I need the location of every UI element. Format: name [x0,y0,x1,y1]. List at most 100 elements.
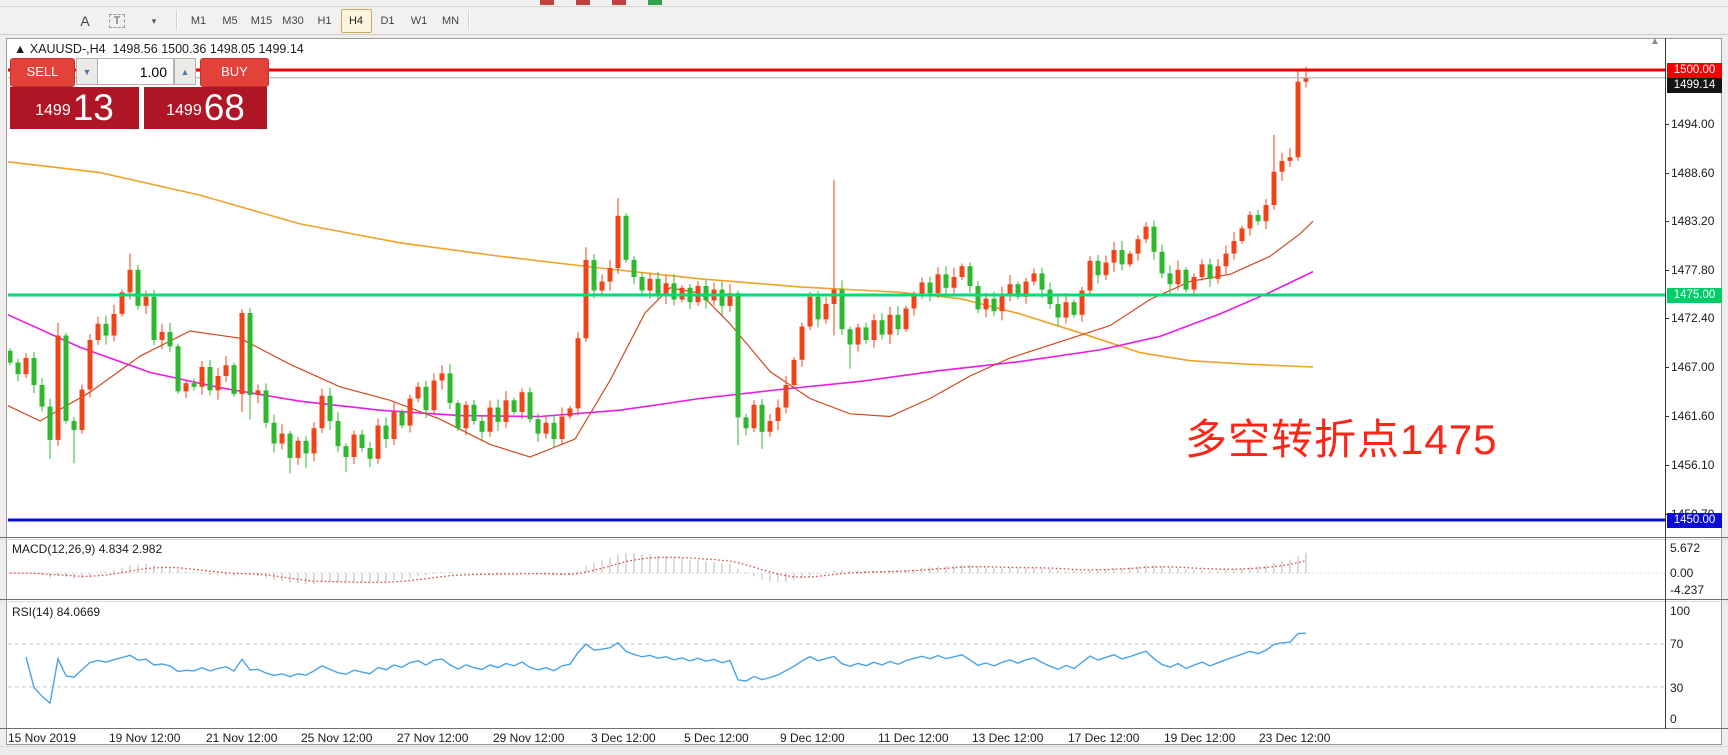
candle-body [248,313,253,395]
price-tickmark [1665,465,1669,466]
buy-price[interactable]: 1499 68 [144,87,267,129]
price-tickmark [1665,318,1669,319]
timeframe-button-h4[interactable]: H4 [341,9,372,33]
indicators-icon[interactable]: E [8,9,34,33]
candle-body [304,441,309,454]
timeframe-button-m15[interactable]: M15 [246,9,277,33]
timeframe-button-m5[interactable]: M5 [215,9,246,33]
timeframe-button-w1[interactable]: W1 [404,9,435,33]
candle-body [888,315,893,335]
candle-body [616,216,621,268]
candle-body [280,434,285,444]
candle-body [800,327,805,360]
candle-body [224,365,229,376]
candle-body [768,421,773,432]
sell-price[interactable]: 1499 13 [10,87,139,129]
candle-body [744,417,749,428]
candle-body [1296,82,1301,158]
candle-body [464,405,469,428]
panel-separator[interactable] [0,537,1728,538]
timeframe-button-m30[interactable]: M30 [278,9,309,33]
candle-body [1048,290,1053,304]
price-tick: 1467.00 [1671,360,1714,374]
volume-increase-button[interactable]: ▲ [174,58,196,85]
candle-body [536,419,541,433]
candle-body [608,268,613,282]
strip-mark-icon [648,0,662,5]
candle-body [296,441,301,458]
price-tick: 1461.60 [1671,409,1714,423]
candle-body [512,400,517,412]
candle-body [8,351,13,363]
toolbar-separator [468,10,470,30]
candle-body [72,421,77,430]
candle-body [96,324,101,340]
candle-body [456,403,461,428]
time-label: 9 Dec 12:00 [780,731,845,745]
candle-body [24,358,29,374]
price-axis-border [1665,38,1666,729]
candle-body [1136,239,1141,253]
candle-body [928,282,933,293]
t-glyph: T [109,14,126,28]
sell-button[interactable]: SELL [10,58,75,87]
candle-body [1160,252,1165,274]
candle-body [584,260,589,338]
text-label-icon[interactable]: A [72,9,98,33]
buy-price-small: 1499 [166,96,202,126]
indicator-axis-label: 100 [1670,604,1690,618]
top-partial-toolbar [0,0,1728,7]
timeframe-button-mn[interactable]: MN [435,9,466,33]
candle-body [1088,261,1093,291]
price-tick: 1456.10 [1671,458,1714,472]
candle-body [432,381,437,411]
buy-button[interactable]: BUY [200,58,269,87]
grid-icon[interactable]: F [40,9,66,33]
time-label: 5 Dec 12:00 [684,731,749,745]
candle-body [344,446,349,457]
candle-body [592,260,597,291]
timeframe-button-d1[interactable]: D1 [372,9,403,33]
text-box-icon[interactable]: T [104,9,130,33]
candle-body [760,405,765,432]
timeframe-button-m1[interactable]: M1 [183,9,214,33]
panel-separator[interactable] [0,599,1728,600]
candle-body [144,297,149,306]
chart-canvas[interactable] [0,38,1728,754]
candle-body [16,363,21,375]
time-label: 21 Nov 12:00 [206,731,277,745]
candle-body [1264,205,1269,221]
candle-body [320,396,325,428]
candle-body [1056,304,1061,318]
buy-price-big: 68 [204,89,245,126]
candle-body [376,426,381,459]
candle-body [1064,302,1069,317]
time-label: 11 Dec 12:00 [878,731,949,745]
candle-body [160,332,165,340]
candle-body [880,320,885,334]
volume-input[interactable] [98,58,174,85]
indicator-axis-label: 70 [1670,637,1683,651]
candle-body [168,332,173,346]
price-tickmark [1665,124,1669,125]
caret-up-icon: ▲ [181,67,190,77]
candle-body [520,392,525,412]
candle-body [552,423,557,439]
strip-mark-icon [540,0,554,5]
candle-body [1104,263,1109,276]
candle-body [1040,273,1045,289]
timeframe-button-h1[interactable]: H1 [309,9,340,33]
candle-body [904,309,909,330]
indicator-axis-label: 30 [1670,681,1683,695]
volume-decrease-button[interactable]: ▼ [76,58,98,85]
candle-body [384,426,389,440]
candle-body [264,390,269,422]
candle-body [192,383,197,387]
candle-body [80,390,85,431]
candle-body [1096,261,1101,275]
candle-body [1240,228,1245,241]
candle-body [784,385,789,408]
arrow-objects-icon[interactable]: ▾ [136,9,172,33]
macd-name: MACD(12,26,9) [12,542,95,556]
candle-body [992,299,997,312]
